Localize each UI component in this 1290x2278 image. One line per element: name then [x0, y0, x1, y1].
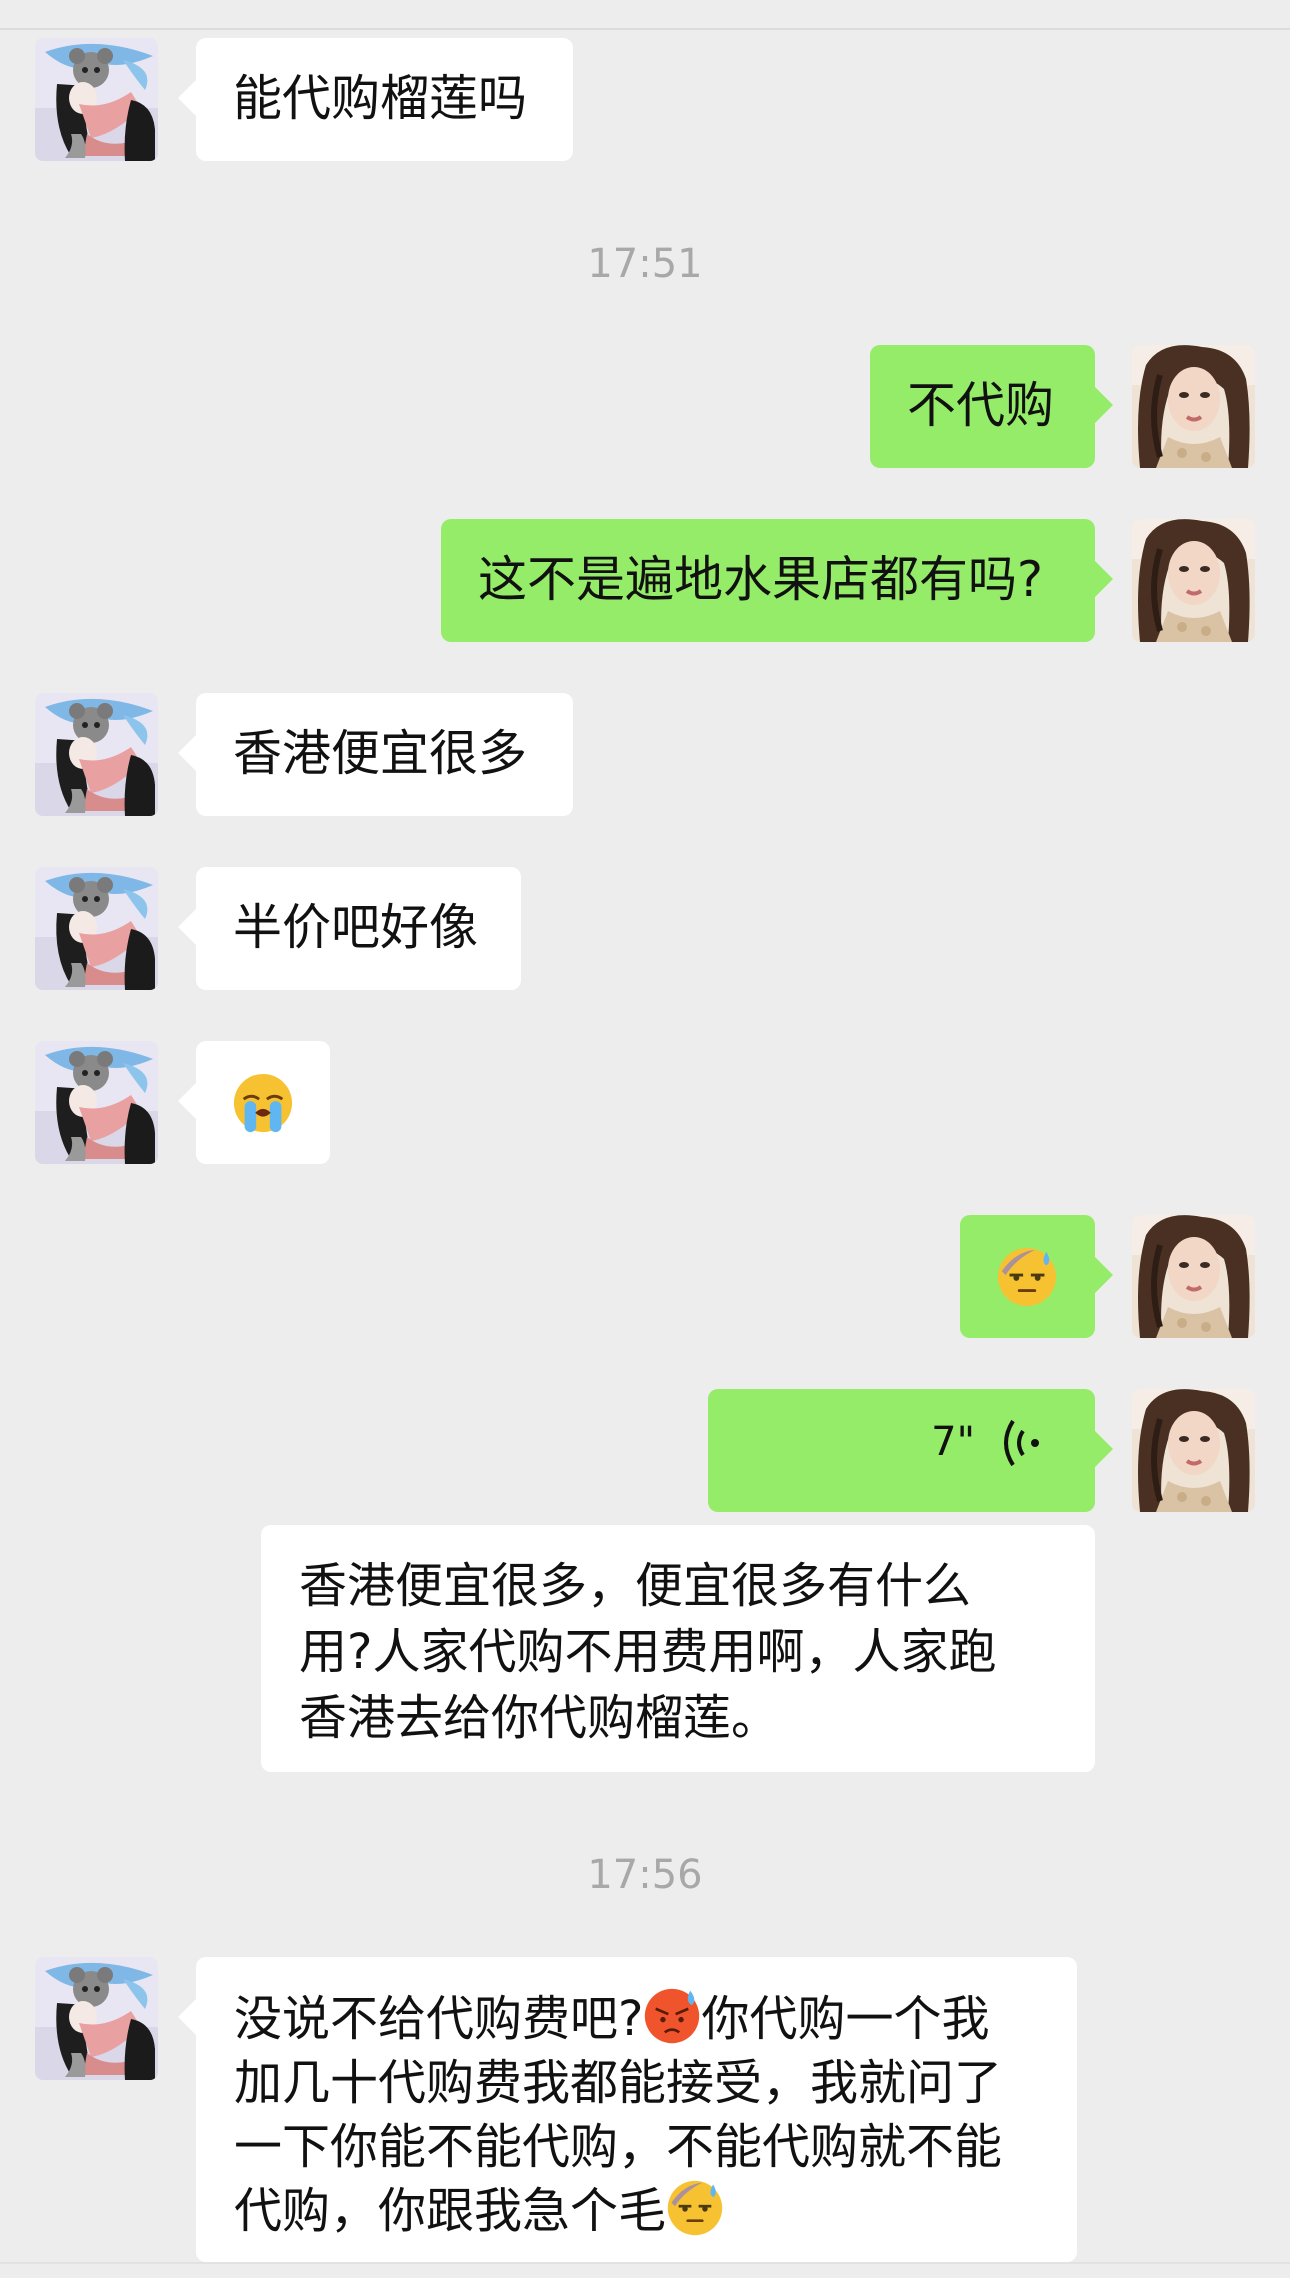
message-bubble-incoming[interactable]: [178, 1041, 330, 1164]
message-line: 没说不给代购费吧? 你代购一个我: [234, 1987, 1041, 2051]
self-avatar-image: [1132, 1215, 1255, 1338]
self-avatar[interactable]: [1132, 1389, 1255, 1512]
timestamp: 17:51: [587, 241, 703, 287]
message-line: 一下你能不能代购，不能代购就不能: [234, 2119, 1003, 2175]
voice-wave-icon: [1004, 1419, 1039, 1467]
voice-transcript[interactable]: 香港便宜很多，便宜很多有什么 用?人家代购不用费用啊，人家跑 香港去给你代购榴莲…: [261, 1525, 1095, 1772]
message-text: 能代购榴莲吗: [233, 70, 528, 127]
self-avatar-image: [1132, 1389, 1255, 1512]
message-bubble-incoming[interactable]: 没说不给代购费吧? 你代购一个我 加几十代购费我都能接受，我就问了 一下你能不能代…: [178, 1957, 1077, 2262]
bottom-divider: [0, 2262, 1290, 2264]
contact-avatar[interactable]: [35, 693, 158, 816]
contact-avatar-image: [35, 1041, 158, 1164]
self-avatar-image: [1132, 345, 1255, 468]
top-divider: [0, 28, 1290, 30]
sweat-smile-emoji-icon: [996, 1246, 1058, 1308]
message-text: 没说不给代购费吧?: [234, 1991, 644, 2047]
message-text: 这不是遍地水果店都有吗?: [478, 551, 1044, 608]
timestamp: 17:56: [587, 1852, 703, 1898]
message-text: 不代购: [907, 377, 1055, 434]
contact-avatar-image: [35, 1957, 158, 2080]
self-avatar[interactable]: [1132, 1215, 1255, 1338]
message-bubble-incoming[interactable]: 能代购榴莲吗: [178, 38, 573, 161]
self-avatar[interactable]: [1132, 345, 1255, 468]
contact-avatar[interactable]: [35, 1957, 158, 2080]
self-avatar-image: [1132, 519, 1255, 642]
message-text: 你代购一个我: [701, 1991, 990, 2047]
message-text: 香港便宜很多: [233, 725, 528, 782]
crying-face-emoji-icon: [232, 1072, 294, 1134]
message-bubble-incoming[interactable]: 半价吧好像: [178, 867, 521, 990]
contact-avatar-image: [35, 693, 158, 816]
sweat-smile-emoji-icon: [666, 2179, 724, 2237]
message-text: 半价吧好像: [233, 899, 479, 956]
message-bubble-incoming[interactable]: 香港便宜很多: [178, 693, 573, 816]
contact-avatar-image: [35, 38, 158, 161]
self-avatar[interactable]: [1132, 519, 1255, 642]
angry-face-emoji-icon: [643, 1987, 701, 2045]
voice-duration: 7": [931, 1419, 975, 1465]
message-text: 代购，你跟我急个毛: [234, 2183, 667, 2239]
contact-avatar[interactable]: [35, 1041, 158, 1164]
message-line: 代购，你跟我急个毛: [234, 2179, 1041, 2243]
contact-avatar[interactable]: [35, 867, 158, 990]
voice-message-bubble[interactable]: 7": [708, 1389, 1113, 1512]
contact-avatar-image: [35, 867, 158, 990]
message-bubble-outgoing[interactable]: 这不是遍地水果店都有吗?: [441, 519, 1113, 642]
message-line: 加几十代购费我都能接受，我就问了: [234, 2055, 1003, 2111]
transcript-line: 香港去给你代购榴莲。: [299, 1690, 780, 1746]
contact-avatar[interactable]: [35, 38, 158, 161]
transcript-line: 用?人家代购不用费用啊，人家跑: [299, 1624, 997, 1680]
message-bubble-outgoing[interactable]: 不代购: [870, 345, 1113, 468]
transcript-line: 香港便宜很多，便宜很多有什么: [299, 1558, 972, 1614]
message-bubble-outgoing[interactable]: [960, 1215, 1113, 1338]
